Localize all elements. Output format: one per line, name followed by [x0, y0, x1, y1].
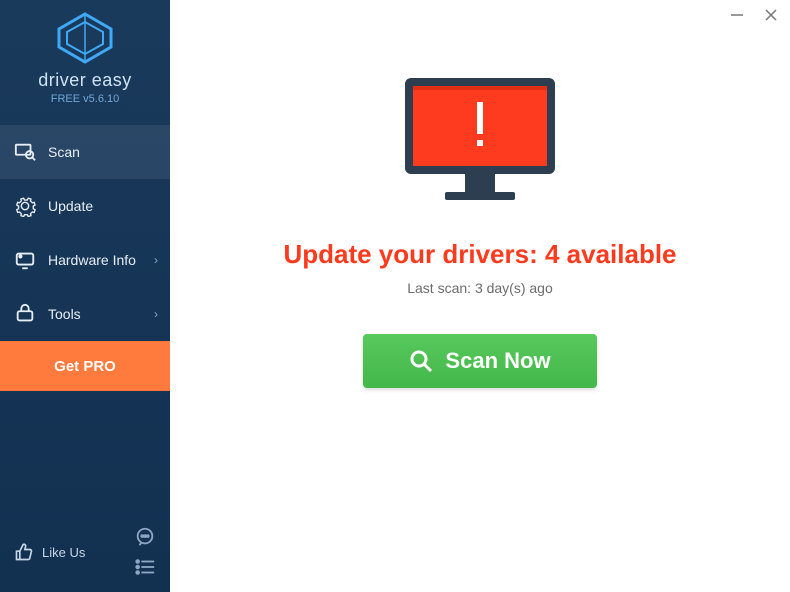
scan-button-label: Scan Now [445, 348, 550, 374]
thumbs-up-icon [14, 542, 34, 562]
main-panel: Update your drivers: 4 available Last sc… [170, 0, 790, 592]
sidebar-item-update[interactable]: Update [0, 179, 170, 233]
monitor-search-icon [14, 141, 36, 163]
last-scan-text: Last scan: 3 day(s) ago [407, 280, 553, 296]
content: Update your drivers: 4 available Last sc… [170, 30, 790, 592]
alert-monitor-icon [395, 70, 565, 215]
logo-area: driver easy FREE v5.6.10 [0, 0, 170, 113]
sidebar-item-scan[interactable]: Scan [0, 125, 170, 179]
sidebar-item-hardware-info[interactable]: Hardware Info › [0, 233, 170, 287]
nav: Scan Update Hardware Info › Tools › Get … [0, 125, 170, 391]
scan-now-button[interactable]: Scan Now [363, 334, 596, 388]
sidebar-item-label: Update [48, 198, 93, 214]
get-pro-button[interactable]: Get PRO [0, 341, 170, 391]
get-pro-label: Get PRO [54, 358, 116, 375]
sidebar-bottom: Like Us [0, 514, 170, 592]
sidebar-item-tools[interactable]: Tools › [0, 287, 170, 341]
sidebar-item-label: Hardware Info [48, 252, 136, 268]
menu-list-icon[interactable] [134, 556, 156, 578]
search-icon [409, 349, 433, 373]
close-button[interactable] [760, 4, 782, 26]
sidebar-item-label: Scan [48, 144, 80, 160]
chevron-right-icon: › [154, 253, 158, 267]
sidebar: driver easy FREE v5.6.10 Scan Update Har… [0, 0, 170, 592]
gear-icon [14, 195, 36, 217]
title-bar [170, 0, 790, 30]
update-headline: Update your drivers: 4 available [283, 239, 676, 270]
chevron-right-icon: › [154, 307, 158, 321]
app-version: FREE v5.6.10 [0, 93, 170, 105]
minimize-button[interactable] [726, 4, 748, 26]
sidebar-item-label: Tools [48, 306, 81, 322]
app-name: driver easy [0, 70, 170, 91]
tools-icon [14, 303, 36, 325]
feedback-icon[interactable] [134, 526, 156, 548]
app-logo-icon [55, 12, 115, 64]
hardware-info-icon [14, 249, 36, 271]
like-us-link[interactable]: Like Us [42, 545, 85, 560]
